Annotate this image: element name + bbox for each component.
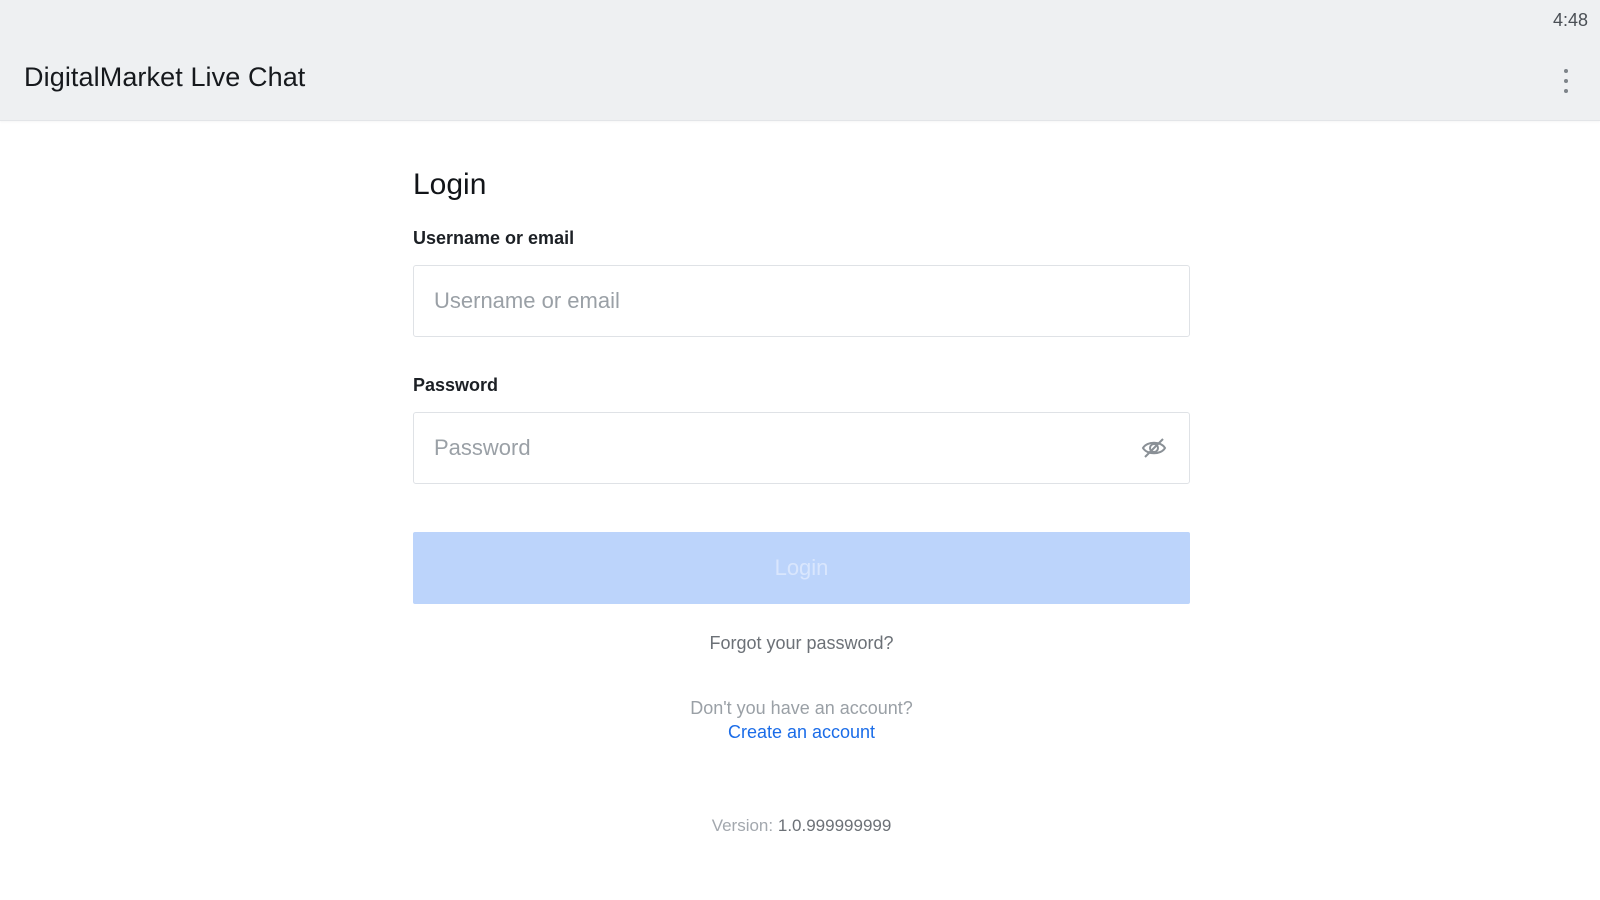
login-button[interactable]: Login xyxy=(413,532,1190,604)
version-value: 1.0.999999999 xyxy=(777,816,892,835)
password-input[interactable] xyxy=(413,412,1190,484)
password-label: Password xyxy=(413,375,499,395)
more-vert-icon[interactable] xyxy=(1556,66,1576,96)
app-bar: DigitalMarket Live Chat xyxy=(0,40,1600,121)
version-info: Version: 1.0.999999999 xyxy=(413,816,1190,836)
page-title: Login xyxy=(413,168,487,201)
create-account-link[interactable]: Create an account xyxy=(413,722,1190,743)
no-account-prompt: Don't you have an account? xyxy=(690,698,913,718)
username-input[interactable] xyxy=(413,265,1190,337)
app-title: DigitalMarket Live Chat xyxy=(24,62,306,92)
eye-off-icon[interactable] xyxy=(1140,434,1168,462)
status-bar: 4:48 xyxy=(0,0,1600,40)
version-label: Version: xyxy=(711,816,774,835)
forgot-password-link[interactable]: Forgot your password? xyxy=(413,633,1190,654)
status-time: 4:48 xyxy=(1552,10,1588,30)
username-label: Username or email xyxy=(413,228,575,248)
